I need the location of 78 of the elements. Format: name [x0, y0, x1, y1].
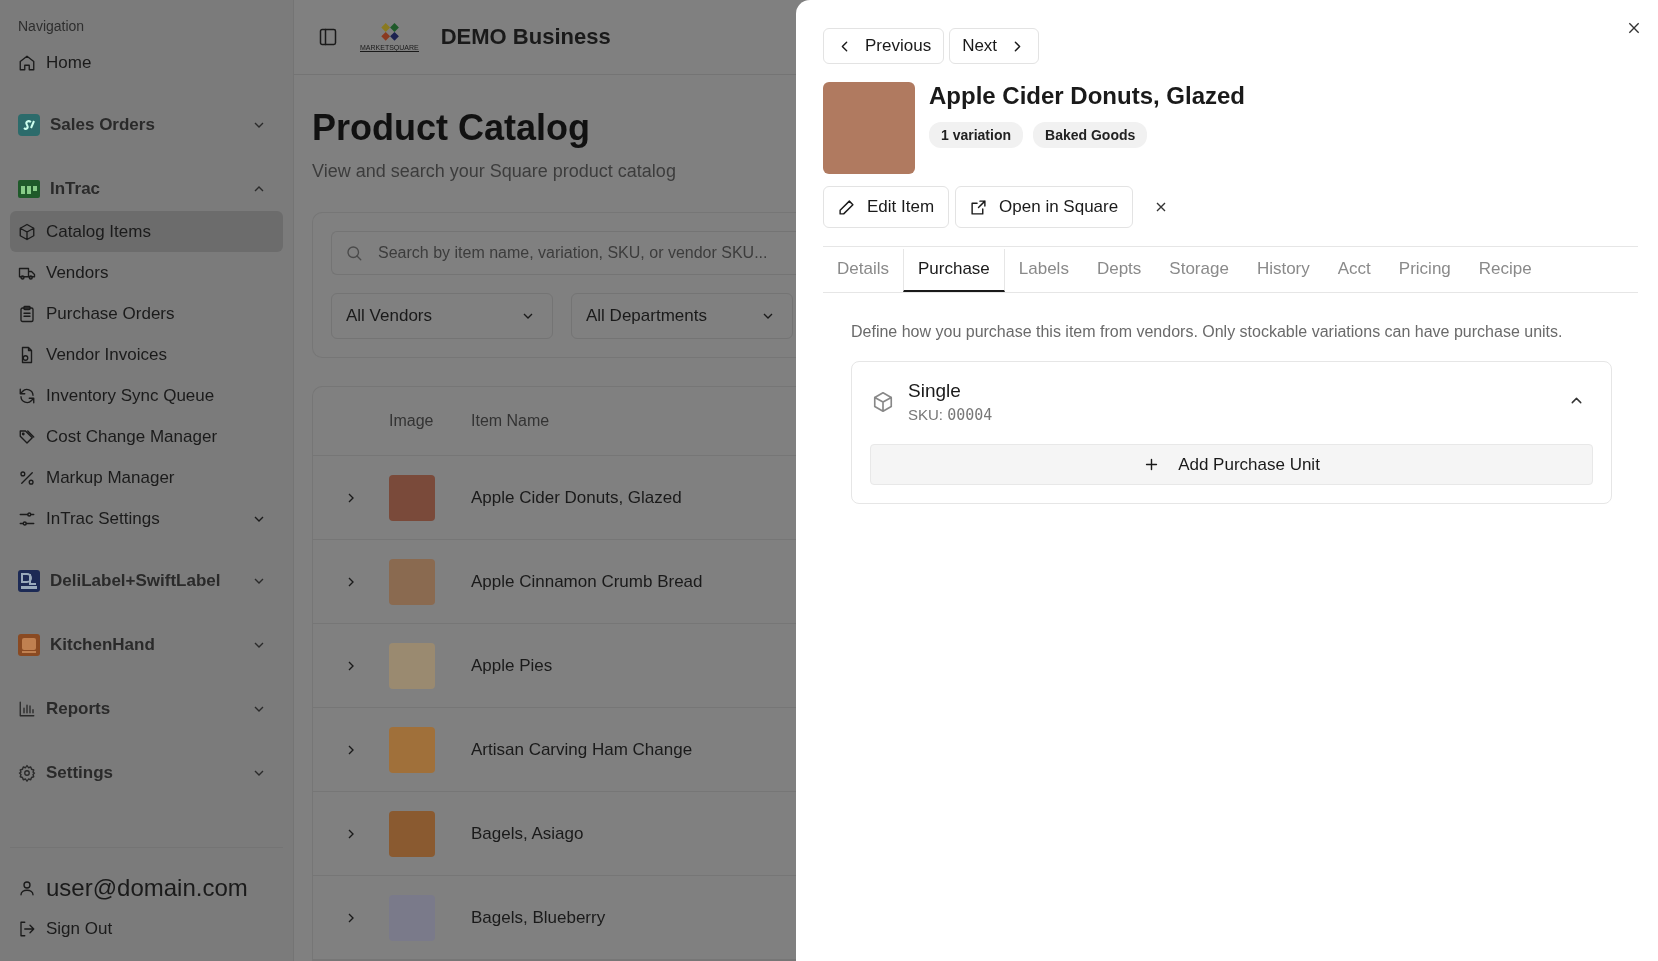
nav-item[interactable]: Vendor Invoices — [10, 334, 283, 375]
app-logo-icon — [18, 114, 40, 136]
close-icon — [1626, 20, 1642, 36]
search-field[interactable]: Search by item name, variation, SKU, or vendor SKU... — [331, 231, 796, 275]
filter-dropdown[interactable]: All Vendors — [331, 293, 553, 339]
item-title: Apple Cider Donuts, Glazed — [929, 82, 1246, 110]
app-logo-icon — [18, 570, 40, 592]
photo-placeholder — [389, 810, 435, 857]
search-icon — [345, 244, 363, 262]
photo-placeholder — [389, 726, 435, 773]
photo-placeholder — [389, 642, 435, 689]
table-cell: Apple Pies — [471, 655, 553, 676]
nav-item[interactable]: Inventory Sync Queue — [10, 375, 283, 416]
photo-placeholder — [389, 558, 435, 605]
settings-icon — [18, 764, 36, 782]
refresh-icon — [18, 386, 36, 405]
sidebar-toggle-icon[interactable] — [318, 27, 338, 47]
next-button[interactable]: Next — [949, 28, 1040, 64]
clipboard-icon — [18, 304, 36, 323]
tab[interactable]: Details — [823, 249, 903, 292]
app-logo-icon — [18, 634, 40, 656]
description-text: Define how you purchase this item from vendors. Only stockable variations can have purchase units. — [851, 323, 1564, 341]
nav-group[interactable]: Settings — [10, 751, 283, 795]
nav-group[interactable]: DeliLabel+SwiftLabel — [10, 559, 283, 603]
nav-item[interactable]: Home — [10, 42, 283, 83]
table-cell: Bagels, Asiago — [471, 823, 584, 844]
tab[interactable]: Pricing — [1384, 249, 1465, 292]
nav-item[interactable]: Vendors — [10, 252, 283, 293]
nav-group[interactable]: Sales Orders — [10, 103, 283, 147]
tab[interactable]: Acct — [1323, 249, 1385, 292]
photo-placeholder — [389, 474, 435, 521]
previous-button[interactable]: Previous — [823, 28, 945, 64]
filter-dropdown[interactable]: All Departments — [571, 293, 793, 339]
business-name: DEMO Business — [440, 24, 611, 50]
external-link-icon — [970, 198, 988, 216]
sliders-icon — [18, 509, 36, 528]
tab[interactable]: Recipe — [1464, 249, 1546, 292]
column-header: Item Name — [471, 412, 550, 430]
edit-button[interactable]: Edit Item — [823, 186, 950, 228]
tab[interactable]: Storage — [1155, 249, 1243, 292]
sku-text: SKU: 00004 — [908, 406, 994, 424]
table-cell: Artisan Carving Ham Change — [471, 739, 693, 760]
box-icon — [18, 222, 36, 241]
tab[interactable]: Purchase — [902, 249, 1005, 292]
user-email: user@domain.com — [46, 874, 248, 902]
column-header: Image — [389, 412, 435, 430]
tab[interactable]: Depts — [1082, 249, 1156, 292]
nav-item[interactable]: Markup Manager — [10, 457, 283, 498]
home-icon — [18, 53, 36, 72]
nav-heading: Navigation — [17, 18, 86, 36]
sign-out-icon — [18, 919, 36, 938]
tag: Baked Goods — [1033, 122, 1148, 148]
nav-item[interactable]: Catalog Items — [10, 211, 283, 252]
nav-group[interactable]: Reports — [10, 687, 283, 731]
nav-item[interactable]: InTrac Settings — [10, 498, 283, 539]
tags-icon — [18, 427, 36, 446]
table-cell: Bagels, Blueberry — [471, 907, 606, 928]
nav-item[interactable]: Cost Change Manager — [10, 416, 283, 457]
add-purchase-unit-button[interactable]: Add Purchase Unit — [870, 444, 1593, 485]
page-subtitle: View and search your Square product catalog — [312, 161, 677, 182]
box-icon — [872, 391, 894, 413]
pencil-icon — [838, 198, 855, 216]
tab[interactable]: Labels — [1004, 249, 1083, 292]
tag: 1 variation — [929, 122, 1024, 148]
user-icon — [18, 879, 36, 897]
table-cell: Apple Cinnamon Crumb Bread — [471, 571, 703, 592]
nav-group[interactable]: InTrac — [10, 167, 283, 211]
app-logo-icon — [18, 178, 40, 200]
table-cell: Apple Cider Donuts, Glazed — [471, 487, 682, 508]
nav-group[interactable]: KitchenHand — [10, 623, 283, 667]
bar-chart-icon — [18, 700, 36, 718]
percent-icon — [18, 468, 36, 487]
page-title: Product Catalog — [312, 107, 591, 149]
nav-item[interactable]: Purchase Orders — [10, 293, 283, 334]
tab[interactable]: History — [1242, 249, 1324, 292]
variation-name: Single — [908, 380, 962, 402]
external-link-button[interactable]: Open in Square — [955, 186, 1134, 228]
sign-out-link[interactable]: Sign Out — [10, 908, 283, 949]
